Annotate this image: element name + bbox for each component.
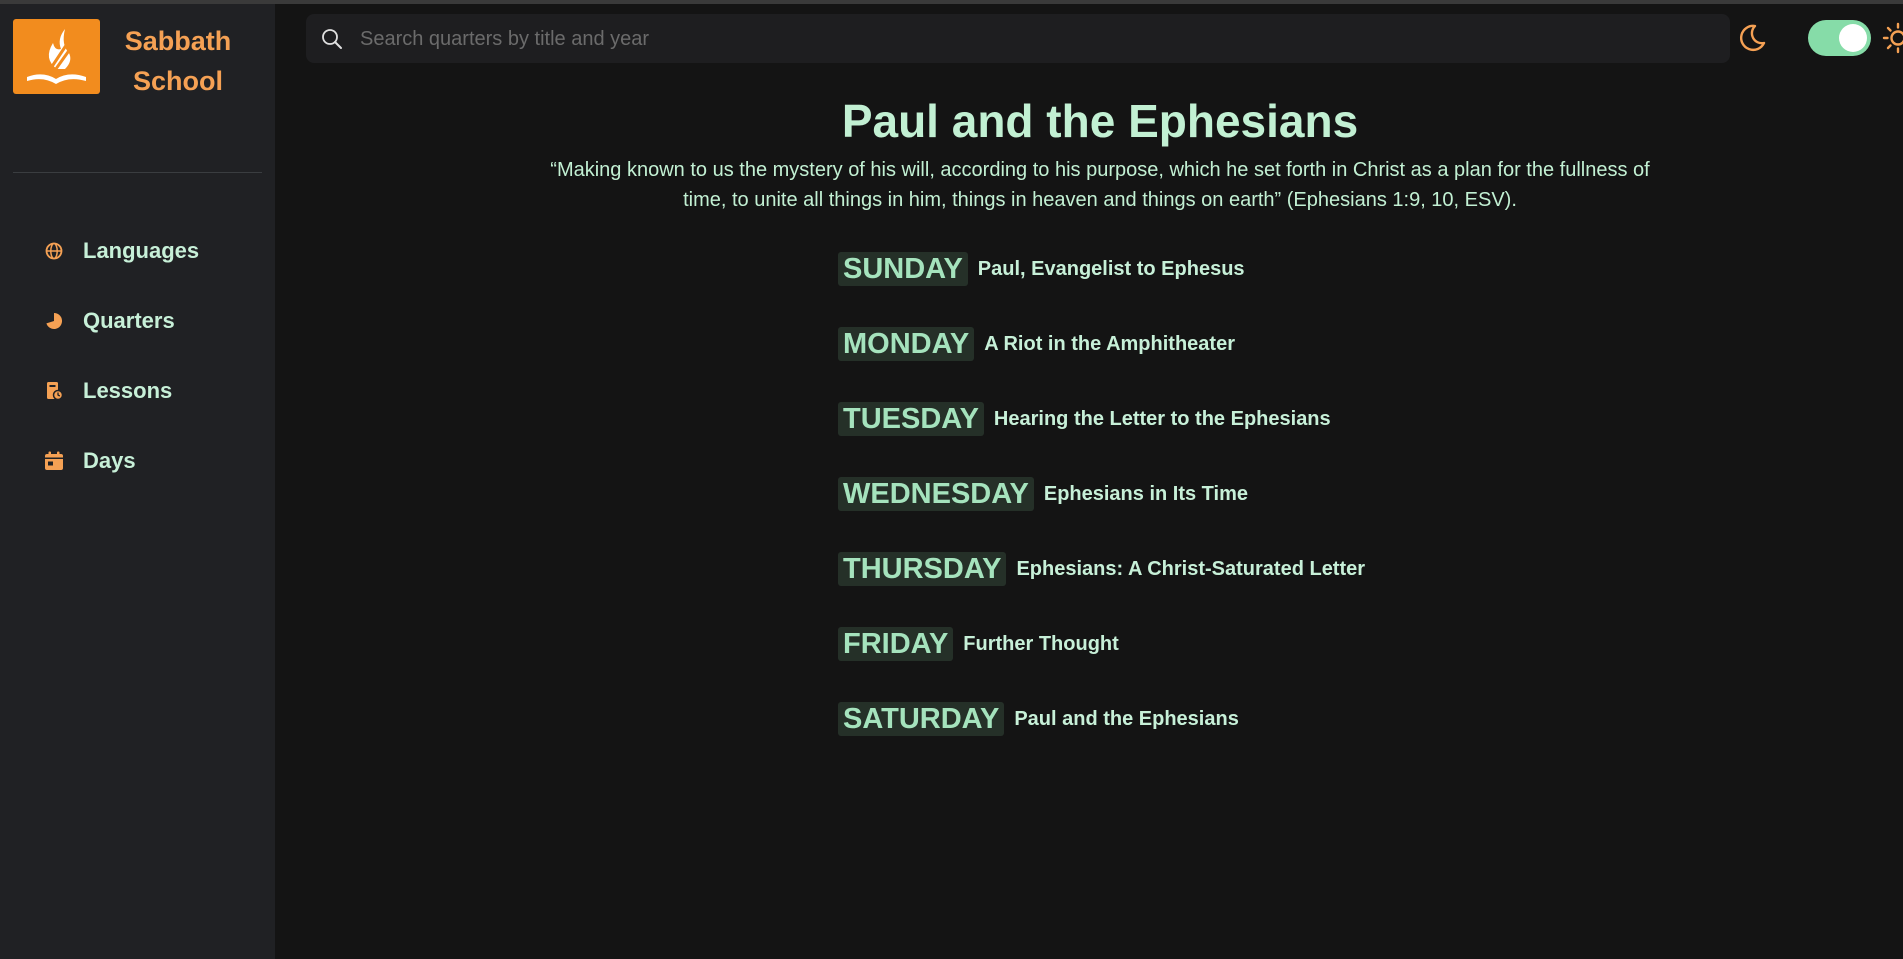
globe-icon <box>43 240 65 262</box>
window-top-border <box>0 0 1903 4</box>
brand[interactable]: Sabbath School <box>13 19 253 99</box>
day-title: Ephesians: A Christ-Saturated Letter <box>1016 558 1366 580</box>
dark-mode-toggle[interactable] <box>1808 20 1871 56</box>
search-bar <box>306 14 1730 65</box>
sda-logo <box>13 19 100 94</box>
day-item-monday[interactable]: MONDAY A Riot in the Amphitheater <box>838 327 1638 402</box>
sidebar-item-label: Days <box>83 448 136 473</box>
day-item-wednesday[interactable]: WEDNESDAY Ephesians in Its Time <box>838 477 1638 552</box>
day-item-saturday[interactable]: SATURDAY Paul and the Ephesians <box>838 702 1638 777</box>
day-title: Further Thought <box>963 633 1119 655</box>
day-badge: TUESDAY <box>838 402 984 436</box>
day-item-tuesday[interactable]: TUESDAY Hearing the Letter to the Ephesi… <box>838 402 1638 477</box>
sun-icon <box>1881 21 1903 55</box>
search-input[interactable] <box>358 14 1712 65</box>
sidebar: Sabbath School Languages Quarters Lesson… <box>0 4 275 959</box>
brand-name-line1: Sabbath <box>124 26 232 56</box>
pie-chart-icon <box>43 310 65 332</box>
day-title: A Riot in the Amphitheater <box>984 333 1235 355</box>
day-item-thursday[interactable]: THURSDAY Ephesians: A Christ-Saturated L… <box>838 552 1638 627</box>
sidebar-item-days[interactable]: Days <box>0 426 275 496</box>
day-list: SUNDAY Paul, Evangelist to Ephesus MONDA… <box>838 252 1638 777</box>
sidebar-item-label: Languages <box>83 238 200 263</box>
day-badge: MONDAY <box>838 327 975 361</box>
sidebar-nav: Languages Quarters Lessons Days <box>0 216 275 496</box>
lesson-book-icon <box>43 380 65 402</box>
page-title: Paul and the Ephesians <box>841 95 1359 147</box>
brand-name: Sabbath School <box>103 21 253 101</box>
calendar-icon <box>43 450 65 472</box>
day-title: Paul and the Ephesians <box>1014 708 1239 730</box>
day-item-sunday[interactable]: SUNDAY Paul, Evangelist to Ephesus <box>838 252 1638 327</box>
search-icon <box>320 27 344 51</box>
sidebar-item-languages[interactable]: Languages <box>0 216 275 286</box>
sidebar-item-quarters[interactable]: Quarters <box>0 286 275 356</box>
day-item-friday[interactable]: FRIDAY Further Thought <box>838 627 1638 702</box>
sidebar-item-lessons[interactable]: Lessons <box>0 356 275 426</box>
day-badge: SATURDAY <box>838 702 1005 736</box>
moon-icon <box>1735 21 1769 55</box>
theme-switcher <box>1735 18 1903 58</box>
sidebar-item-label: Quarters <box>83 308 175 333</box>
day-badge: SUNDAY <box>838 252 968 286</box>
day-badge: THURSDAY <box>838 552 1007 586</box>
day-title: Hearing the Letter to the Ephesians <box>993 408 1331 430</box>
day-badge: FRIDAY <box>838 627 954 661</box>
brand-name-line2: School <box>132 66 223 96</box>
day-title: Ephesians in Its Time <box>1043 483 1248 505</box>
memory-verse: “Making known to us the mystery of his w… <box>550 159 1650 211</box>
sidebar-item-label: Lessons <box>83 378 173 403</box>
toggle-knob <box>1839 24 1867 52</box>
day-badge: WEDNESDAY <box>838 477 1034 511</box>
day-title: Paul, Evangelist to Ephesus <box>977 258 1245 280</box>
sidebar-divider <box>13 172 262 173</box>
